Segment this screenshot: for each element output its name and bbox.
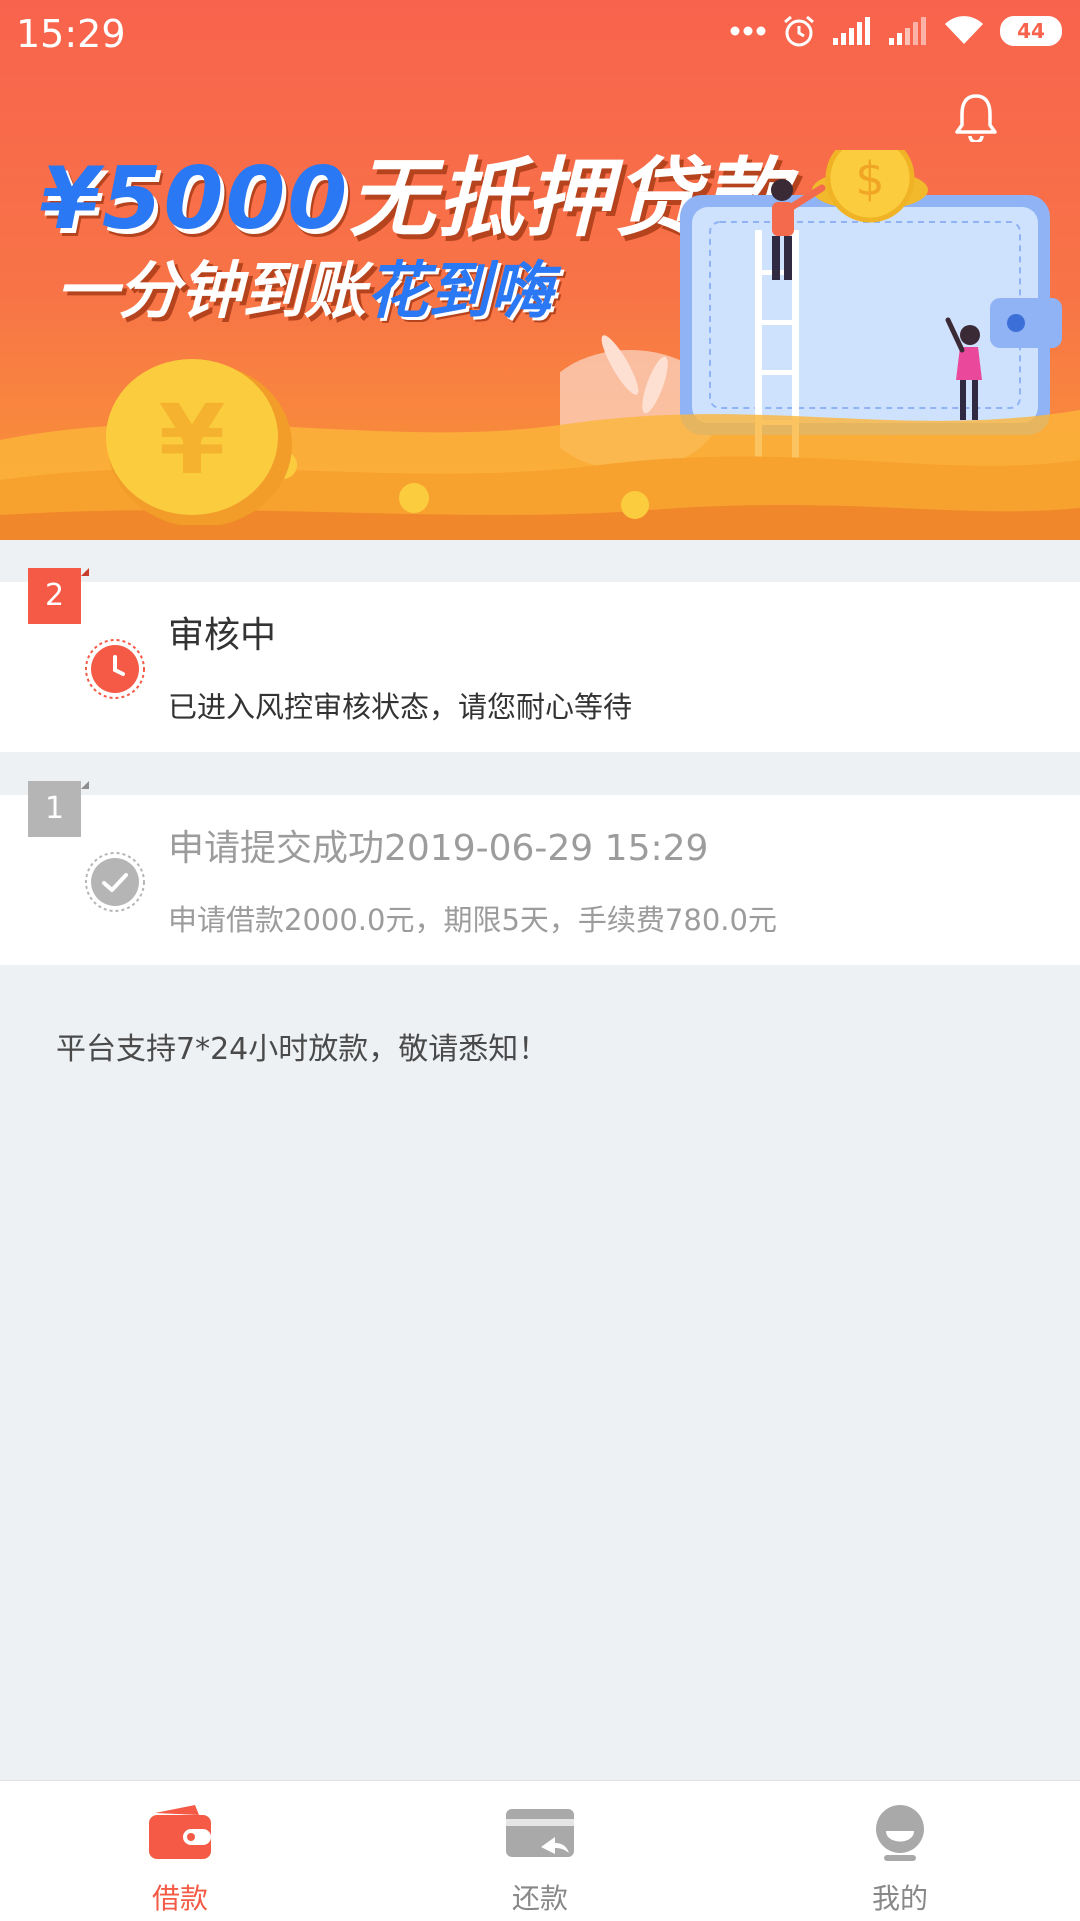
subline-highlight: 花到嗨 [366,254,553,327]
repay-card-icon [506,1809,574,1857]
status-bar: 15:29 44 [0,0,1080,70]
coin-yuan-label: ¥ [159,384,226,496]
alarm-icon [784,15,814,47]
yuan-coin-illustration: ¥ [106,359,292,525]
step-number-badge: 1 [28,781,89,837]
battery-icon: 44 [1000,16,1062,46]
subline-text: 一分钟到账 [56,254,367,327]
status-time: 15:29 [16,12,126,56]
more-dots-icon [730,26,766,36]
bottom-nav: 借款 还款 我的 [0,1780,1080,1921]
bell-icon[interactable] [953,92,999,142]
nav-label: 我的 [871,1882,928,1915]
user-icon [876,1805,924,1861]
step-number-badge: 2 [28,568,89,624]
nav-label: 借款 [151,1882,208,1915]
nav-label: 还款 [511,1882,568,1915]
clock-icon [85,639,145,699]
step-card-reviewing: 2 审核中 已进入风控审核状态，请您耐心等待 [0,568,1080,752]
check-icon [85,852,145,912]
nav-item-borrow[interactable]: 借款 [0,1781,360,1921]
step-title: 审核中 [168,615,277,656]
wallet-icon [149,1805,211,1859]
step-description: 已进入风控审核状态，请您耐心等待 [168,690,633,724]
step-title: 申请提交成功2019-06-29 15:29 [168,828,709,869]
signal-icon [889,17,926,45]
banner-subline: 一分钟到账花到嗨 [56,240,552,330]
step-description: 申请借款2000.0元，期限5天，手续费780.0元 [168,903,777,937]
nav-item-repay[interactable]: 还款 [360,1781,720,1921]
wifi-icon [945,16,983,44]
coin-dollar-label: $ [855,152,884,206]
notice-text: 平台支持7*24小时放款，敬请悉知！ [56,1032,549,1067]
step-card-submitted: 1 申请提交成功2019-06-29 15:29 申请借款2000.0元，期限5… [0,781,1080,965]
status-icons: 44 [730,14,1062,48]
promo-banner[interactable]: 15:29 44 ¥5000无抵押贷款 一分钟到账花到嗨 $ ¥ [0,0,1080,540]
headline-amount: ¥5000 [40,149,350,249]
nav-item-mine[interactable]: 我的 [720,1781,1080,1921]
signal-icon [833,17,870,45]
